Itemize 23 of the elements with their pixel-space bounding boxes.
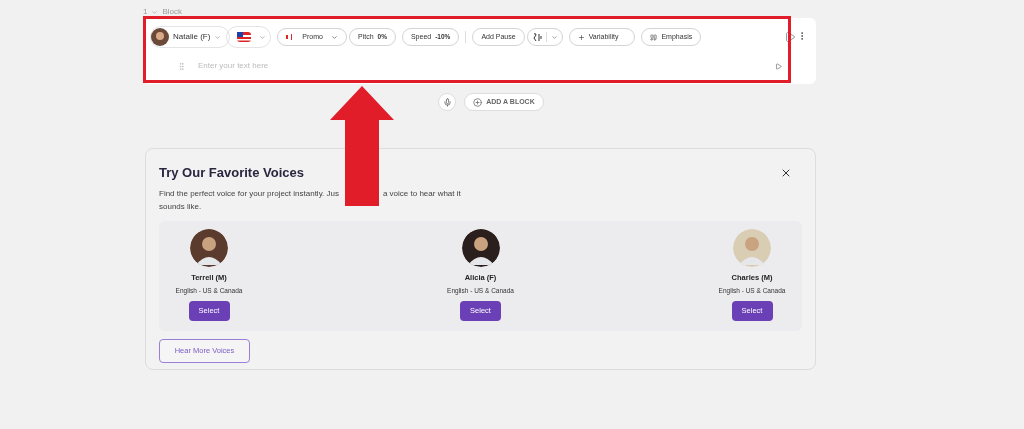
- drag-handle-icon[interactable]: [177, 61, 186, 71]
- panel-title: Try Our Favorite Voices: [159, 164, 305, 182]
- chevron-icon: [214, 33, 222, 41]
- plus-circle-icon: [473, 97, 483, 107]
- pronunciation-dropdown[interactable]: [526, 28, 563, 46]
- block-number: 1: [143, 6, 148, 18]
- play-icon[interactable]: [775, 62, 782, 70]
- play-icon[interactable]: [784, 31, 796, 43]
- chevron-icon: [330, 33, 338, 41]
- sound-icon: [286, 34, 295, 40]
- chevron-icon: [550, 33, 558, 41]
- panel-description: Find the perfect voice for your project instantly. Jus: [159, 187, 339, 200]
- close-icon[interactable]: [780, 167, 792, 179]
- panel-description: a voice to hear what it: [382, 187, 461, 200]
- figure-icon: [531, 32, 542, 42]
- avatar: [151, 28, 169, 46]
- microphone-icon: [442, 97, 452, 107]
- flag-icon: [237, 32, 252, 42]
- plus-icon: [577, 33, 585, 41]
- chevron-icon: [259, 33, 267, 41]
- block-title: Block: [162, 6, 182, 18]
- panel-description: sounds like.: [159, 200, 202, 213]
- microphone-button[interactable]: [438, 93, 457, 111]
